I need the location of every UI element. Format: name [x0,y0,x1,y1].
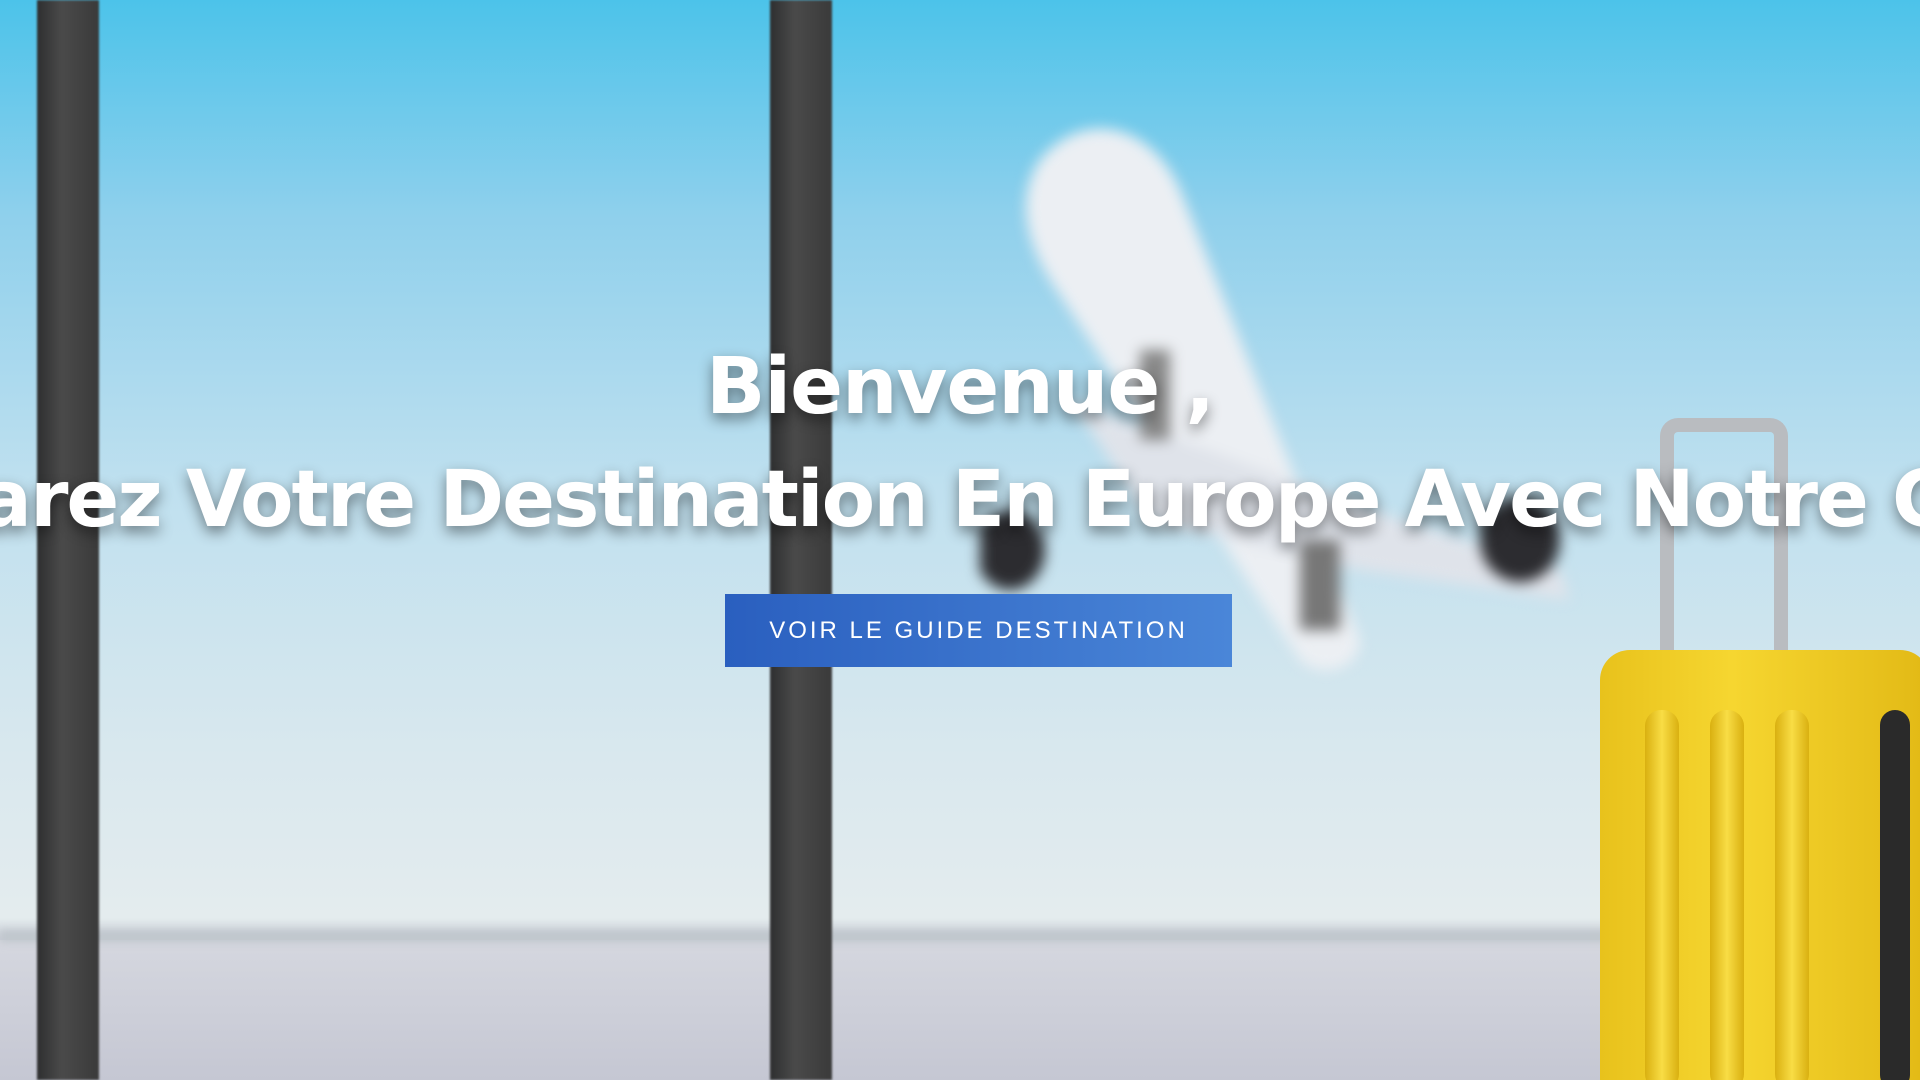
hero-welcome-heading: Bienvenue , [705,342,1215,432]
hero-banner: Bienvenue , Préparez Votre Destination E… [0,0,1920,1080]
hero-content: Bienvenue , Préparez Votre Destination E… [0,0,1920,1080]
view-destination-guide-button[interactable]: VOIR LE GUIDE DESTINATION [725,594,1232,667]
hero-subtitle: Préparez Votre Destination En Europe Ave… [0,455,1920,545]
